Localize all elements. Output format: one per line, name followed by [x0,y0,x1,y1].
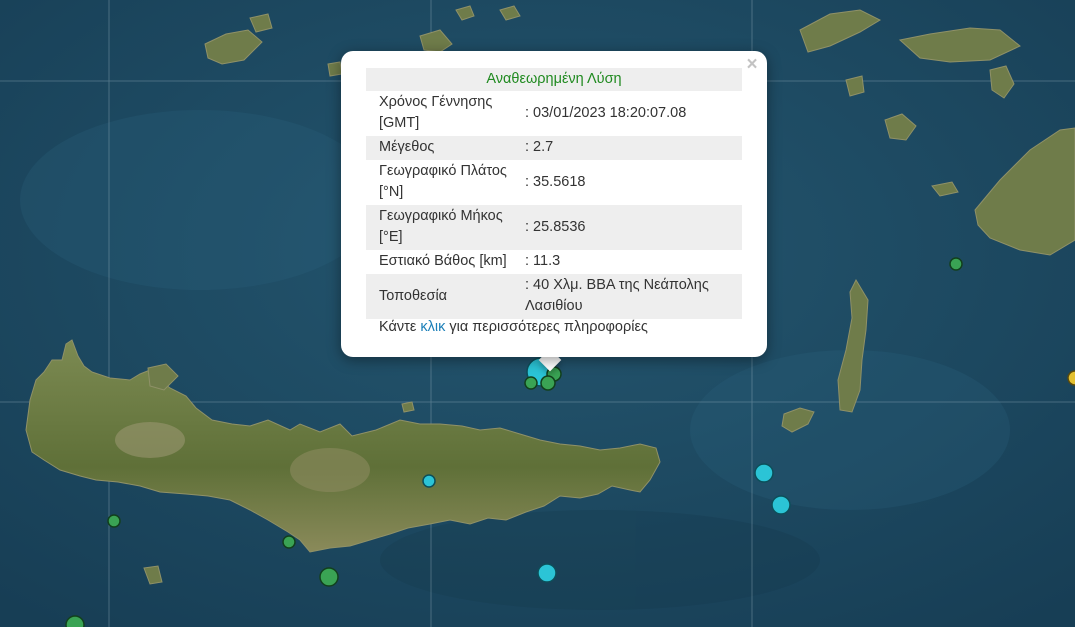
table-row: Χρόνος Γέννησης [GMT] : 03/01/2023 18:20… [366,91,742,136]
table-row: Γεωγραφικό Μήκος [°E] : 25.8536 [366,205,742,250]
footer-prefix: Κάντε [379,319,421,335]
row-label: Εστιακό Βάθος [km] [379,253,507,269]
row-value: : 11.3 [525,253,561,269]
row-value: : 03/01/2023 18:20:07.08 [525,104,687,121]
earthquake-marker[interactable] [754,463,774,483]
popup-footer: Κάντε κλικ για περισσότερες πληροφορίες [379,319,648,335]
row-label: Γεωγραφικό Πλάτος [°N] [379,163,507,200]
row-value: : 25.8536 [522,205,742,250]
row-value: : 40 Χλμ. ΒΒΑ της Νεάπολης Λασιθίου [522,274,742,319]
earthquake-popup: × Αναθεωρημένη Λύση Χρόνος Γέννησης [GMT… [341,51,767,357]
earthquake-marker[interactable] [282,535,296,549]
row-value: : 2.7 [522,136,742,160]
row-label: Μέγεθος [366,136,522,160]
earthquake-marker[interactable] [319,567,339,587]
earthquake-marker[interactable] [949,257,963,271]
popup-tip-cover [530,340,570,354]
earthquake-marker[interactable] [540,375,556,391]
table-row-title: Αναθεωρημένη Λύση [366,68,742,91]
popup-title: Αναθεωρημένη Λύση [366,68,742,91]
row-label: Τοποθεσία [366,274,522,319]
table-row: Τοποθεσία : 40 Χλμ. ΒΒΑ της Νεάπολης Λασ… [366,274,742,319]
island-small-4 [401,401,415,413]
earthquake-marker[interactable] [771,495,791,515]
row-label: Χρόνος Γέννησης [GMT] [379,94,493,131]
earthquake-marker[interactable] [107,514,121,528]
row-value: : 35.5618 [525,173,586,190]
mountain-ida [290,448,370,492]
earthquake-marker[interactable] [65,615,85,627]
mountain-lefka [115,422,185,458]
table-row: Γεωγραφικό Πλάτος [°N] : 35.5618 [366,160,742,205]
table-row: Εστιακό Βάθος [km] : 11.3 [366,250,742,274]
table-row: Μέγεθος : 2.7 [366,136,742,160]
footer-suffix: για περισσότερες πληροφορίες [445,319,648,335]
earthquake-marker[interactable] [537,563,557,583]
close-button[interactable]: × [743,55,761,75]
more-info-link[interactable]: κλικ [420,319,445,335]
island-small-3 [327,61,343,77]
earthquake-marker[interactable] [1067,370,1075,386]
row-label: Γεωγραφικό Μήκος [°E] [366,205,522,250]
earthquake-info-table: Αναθεωρημένη Λύση Χρόνος Γέννησης [GMT] … [366,68,742,319]
earthquake-marker[interactable] [524,376,538,390]
earthquake-marker[interactable] [422,474,436,488]
